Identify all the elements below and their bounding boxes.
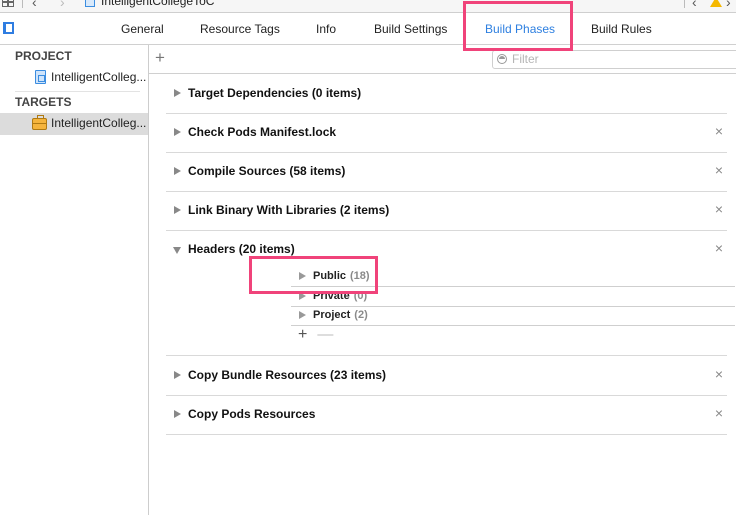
tab-build-phases[interactable]: Build Phases <box>485 22 555 36</box>
headers-group-public[interactable]: Public (18) <box>291 267 735 287</box>
headers-group-project[interactable]: Project (2) <box>291 306 735 326</box>
headers-actions: + — <box>298 326 333 344</box>
warning-icon[interactable] <box>710 0 722 7</box>
phase-title[interactable]: Copy Bundle Resources (23 items) <box>188 368 386 382</box>
phase-copy-bundle-resources: Copy Bundle Resources (23 items) × <box>166 356 727 396</box>
related-items-icon[interactable] <box>2 0 14 7</box>
phase-title[interactable]: Target Dependencies (0 items) <box>188 86 361 100</box>
delete-phase-icon[interactable]: × <box>715 366 723 382</box>
target-toolbox-icon <box>32 115 47 130</box>
sidebar-item-project[interactable]: IntelligentColleg... <box>0 67 148 89</box>
filter-input[interactable] <box>512 52 732 66</box>
targets-section-header: TARGETS <box>15 95 72 109</box>
phase-title[interactable]: Link Binary With Libraries (2 items) <box>188 203 389 217</box>
remove-header-button[interactable]: — <box>317 326 333 343</box>
disclosure-triangle-icon[interactable] <box>174 128 181 136</box>
group-name: Public <box>313 270 347 282</box>
phase-headers: Headers (20 items) × Public (18) Private(… <box>166 230 735 356</box>
disclosure-triangle-icon[interactable] <box>174 167 181 175</box>
disclosure-triangle-icon[interactable] <box>174 89 181 97</box>
breadcrumb[interactable]: IntelligentCollegeToC <box>101 0 214 8</box>
tab-build-settings[interactable]: Build Settings <box>374 22 447 36</box>
divider <box>684 0 685 8</box>
jump-bar: ‹ › IntelligentCollegeToC ‹ › <box>0 0 736 13</box>
delete-phase-icon[interactable]: × <box>715 123 723 139</box>
project-section-header: PROJECT <box>15 49 72 63</box>
tab-general[interactable]: General <box>121 22 164 36</box>
add-header-button[interactable]: + <box>298 326 307 343</box>
sidebar-toggle-icon[interactable] <box>3 22 14 34</box>
tab-resource-tags[interactable]: Resource Tags <box>200 22 280 36</box>
tab-build-rules[interactable]: Build Rules <box>591 22 652 36</box>
phase-title[interactable]: Check Pods Manifest.lock <box>188 125 336 139</box>
divider <box>15 91 140 92</box>
next-issue-icon[interactable]: › <box>726 0 731 10</box>
delete-phase-icon[interactable]: × <box>715 240 723 256</box>
headers-group-private[interactable]: Private (0) <box>291 287 735 307</box>
phase-copy-pods-resources: Copy Pods Resources × <box>166 395 727 435</box>
phase-compile-sources: Compile Sources (58 items) × <box>166 152 727 192</box>
phase-title[interactable]: Headers (20 items) <box>188 242 295 256</box>
divider <box>22 0 23 8</box>
disclosure-triangle-icon[interactable] <box>174 371 181 379</box>
filter-field[interactable] <box>492 50 736 69</box>
tab-info[interactable]: Info <box>316 22 336 36</box>
add-build-phase-button[interactable]: + <box>155 49 165 66</box>
project-file-icon <box>85 0 95 7</box>
group-count: (18) <box>350 270 370 282</box>
phase-target-dependencies: Target Dependencies (0 items) <box>166 74 727 114</box>
sidebar-item-target[interactable]: IntelligentColleg... <box>0 113 148 135</box>
disclosure-triangle-icon[interactable] <box>174 206 181 214</box>
editor-tab-bar: General Resource Tags Info Build Setting… <box>0 13 736 45</box>
delete-phase-icon[interactable]: × <box>715 405 723 421</box>
group-count: (2) <box>354 309 368 321</box>
project-navigator-sidebar: PROJECT IntelligentColleg... TARGETS Int… <box>0 45 149 515</box>
filter-icon <box>497 54 507 64</box>
disclosure-triangle-icon[interactable] <box>174 410 181 418</box>
delete-phase-icon[interactable]: × <box>715 201 723 217</box>
phase-title[interactable]: Copy Pods Resources <box>188 407 315 421</box>
disclosure-triangle-icon[interactable] <box>299 292 306 300</box>
disclosure-triangle-icon[interactable] <box>299 311 306 319</box>
project-file-icon <box>35 70 46 84</box>
previous-issue-icon[interactable]: ‹ <box>692 0 697 10</box>
phase-link-binary: Link Binary With Libraries (2 items) × <box>166 191 727 231</box>
delete-phase-icon[interactable]: × <box>715 162 723 178</box>
sidebar-item-label: IntelligentColleg... <box>51 116 147 130</box>
group-name: Project <box>313 309 351 321</box>
forward-icon[interactable]: › <box>60 0 65 10</box>
group-count: (0) <box>353 290 368 302</box>
build-phases-editor: + Target Dependencies (0 items) Check Po… <box>149 45 736 515</box>
sidebar-item-label: IntelligentColleg... <box>51 70 147 84</box>
phase-title[interactable]: Compile Sources (58 items) <box>188 164 345 178</box>
back-icon[interactable]: ‹ <box>32 0 37 10</box>
disclosure-triangle-open-icon[interactable] <box>173 247 181 254</box>
phase-check-pods-manifest: Check Pods Manifest.lock × <box>166 113 727 153</box>
disclosure-triangle-icon[interactable] <box>299 272 306 280</box>
group-name: Private <box>313 290 350 302</box>
